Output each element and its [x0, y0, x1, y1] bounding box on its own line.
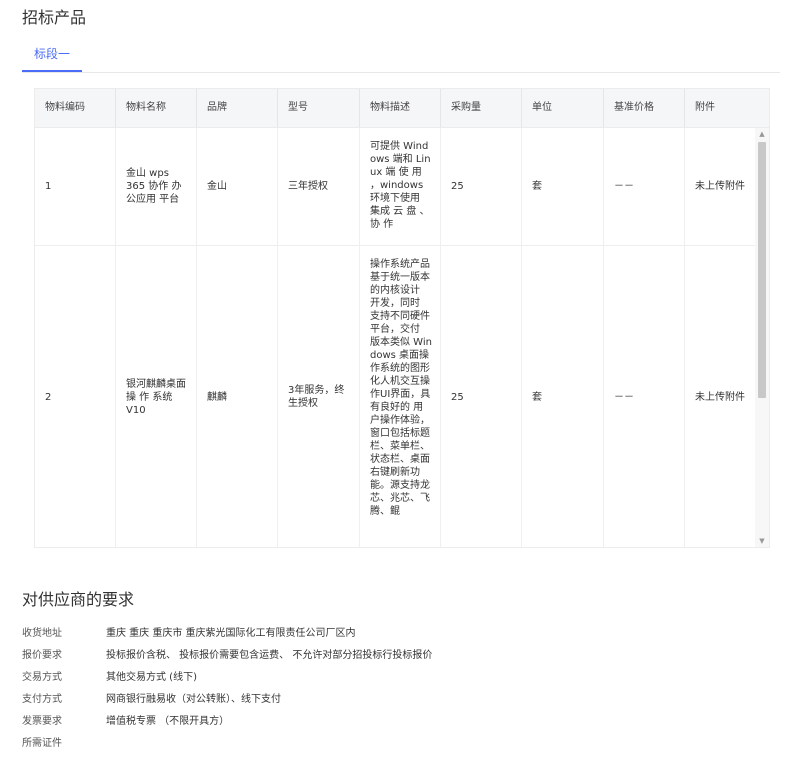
- table-row: 2 银河麒麟桌面 操 作 系统 V10 麒麟 3年服务，终生授权 操作系统产品基…: [35, 246, 755, 547]
- cell-description: 操作系统产品基于统一版本的内核设计 开发，同时 支持不同硬件平台，交付 版本类似…: [360, 246, 441, 547]
- page-title: 招标产品: [22, 8, 87, 27]
- scroll-down-icon[interactable]: ▼: [755, 535, 769, 547]
- column-header-attachment: 附件: [695, 102, 715, 113]
- scroll-up-icon[interactable]: ▲: [755, 128, 769, 140]
- cell-attachment: 未上传附件: [695, 181, 745, 192]
- requirement-value: 网商银行融易收（对公转账）、线下支付: [106, 694, 281, 705]
- cell-base-price: －－: [604, 246, 685, 547]
- scrollbar-thumb[interactable]: [758, 142, 766, 398]
- requirement-value: 投标报价含税、 投标报价需要包含运费、 不允许对部分招投标行投标报价: [106, 650, 433, 661]
- cell-unit: 套: [522, 128, 604, 245]
- product-table: 物料编码 物料名称 品牌 型号 物料描述 采购量 单位 基准价格 附件 1 金山…: [34, 88, 770, 548]
- column-header-model: 型号: [278, 89, 360, 127]
- cell-brand: 金山: [197, 128, 278, 245]
- column-header-quantity: 采购量: [441, 89, 522, 127]
- column-header-description: 物料描述: [360, 89, 441, 127]
- table-row: 1 金山 wps 365 协作 办公应用 平台 金山 三年授权 可提供 Wind…: [35, 128, 755, 246]
- cell-brand: 麒麟: [197, 246, 278, 547]
- requirement-label: 所需证件: [22, 738, 62, 749]
- tab-lot-1[interactable]: 标段一: [22, 42, 82, 72]
- cell-model: 3年服务，终生授权: [278, 246, 360, 547]
- requirement-label: 交易方式: [22, 672, 62, 683]
- requirements-title: 对供应商的要求: [22, 590, 135, 609]
- requirement-row: 收货地址 重庆 重庆 重庆市 重庆紫光国际化工有限责任公司厂区内: [22, 626, 782, 642]
- column-header-brand: 品牌: [197, 89, 278, 127]
- cell-code: 1: [35, 128, 116, 245]
- cell-unit: 套: [522, 246, 604, 547]
- requirement-value: 其他交易方式 (线下): [106, 672, 197, 683]
- cell-code: 2: [35, 246, 116, 547]
- cell-name: 银河麒麟桌面 操 作 系统 V10: [116, 246, 197, 547]
- column-header-code: 物料编码: [35, 89, 116, 127]
- cell-quantity: 25: [441, 246, 522, 547]
- table-scrollbar[interactable]: ▲ ▼: [755, 128, 769, 547]
- requirement-row: 报价要求 投标报价含税、 投标报价需要包含运费、 不允许对部分招投标行投标报价: [22, 648, 782, 664]
- requirement-label: 收货地址: [22, 628, 62, 639]
- cell-model: 三年授权: [278, 128, 360, 245]
- table-body: 1 金山 wps 365 协作 办公应用 平台 金山 三年授权 可提供 Wind…: [35, 128, 755, 547]
- requirement-label: 支付方式: [22, 694, 62, 705]
- cell-attachment: 未上传附件: [695, 391, 745, 403]
- requirement-row: 交易方式 其他交易方式 (线下): [22, 670, 782, 686]
- requirement-row: 所需证件: [22, 736, 782, 752]
- column-header-name: 物料名称: [116, 89, 197, 127]
- column-header-base-price: 基准价格: [604, 89, 685, 127]
- table-header: 物料编码 物料名称 品牌 型号 物料描述 采购量 单位 基准价格 附件: [35, 89, 769, 128]
- requirement-label: 发票要求: [22, 716, 62, 727]
- column-header-unit: 单位: [522, 89, 604, 127]
- cell-quantity: 25: [441, 128, 522, 245]
- requirement-row: 发票要求 增值税专票 （不限开具方）: [22, 714, 782, 730]
- requirement-value: 增值税专票 （不限开具方）: [106, 716, 230, 727]
- requirement-row: 支付方式 网商银行融易收（对公转账）、线下支付: [22, 692, 782, 708]
- cell-name: 金山 wps 365 协作 办公应用 平台: [116, 128, 197, 245]
- requirement-label: 报价要求: [22, 650, 62, 661]
- cell-description: 可提供 Windows 端和 Linux 端 使 用 ，windows 环境下使…: [360, 128, 441, 245]
- cell-base-price: －－: [604, 128, 685, 245]
- requirement-value: 重庆 重庆 重庆市 重庆紫光国际化工有限责任公司厂区内: [106, 628, 356, 639]
- tab-bar: 标段一: [22, 42, 780, 73]
